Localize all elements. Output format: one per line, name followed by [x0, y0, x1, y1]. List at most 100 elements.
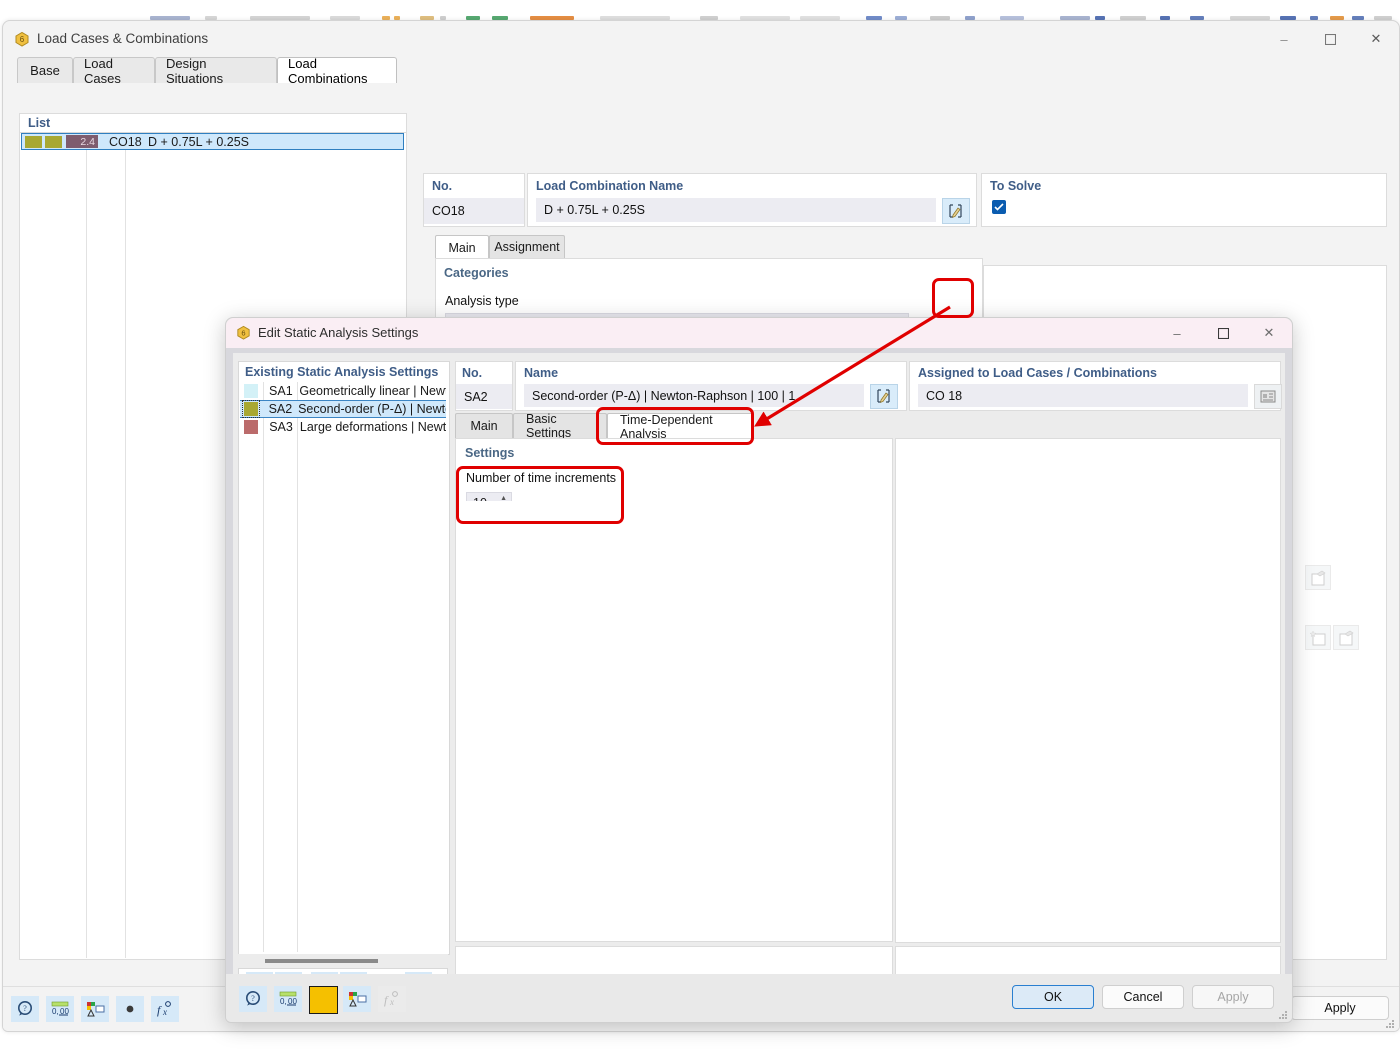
- svg-text:x: x: [162, 1007, 167, 1017]
- formula-icon-button[interactable]: f x: [151, 996, 179, 1022]
- dialog-formula-icon-button[interactable]: f x: [378, 986, 406, 1012]
- tab-load-combinations[interactable]: Load Combinations: [277, 57, 397, 84]
- list-header: List: [20, 114, 406, 133]
- list-horizontal-scrollbar[interactable]: [238, 954, 448, 968]
- dialog-no-panel: No. SA2: [455, 361, 513, 411]
- no-label: No.: [432, 179, 452, 193]
- sa2-number: SA2: [269, 402, 294, 416]
- cancel-button[interactable]: Cancel: [1102, 985, 1184, 1009]
- settings-group-label: Settings: [465, 446, 514, 460]
- tab-design-situations[interactable]: Design Situations: [155, 57, 277, 83]
- svg-text:6: 6: [241, 328, 245, 337]
- settings-detail-blank-panel: [455, 501, 893, 942]
- analysis-type-label: Analysis type: [445, 294, 519, 308]
- combination-name-input[interactable]: D + 0.75L + 0.25S: [536, 198, 936, 222]
- sa3-color-swatch: [244, 420, 258, 434]
- dialog-content-area: Existing Static Analysis Settings SA1 Ge…: [233, 353, 1285, 974]
- svg-text:6: 6: [20, 35, 25, 44]
- background-app-strip: [0, 0, 1400, 20]
- existing-settings-list: Existing Static Analysis Settings SA1 Ge…: [238, 361, 450, 955]
- dialog-no-value: SA2: [456, 384, 512, 409]
- edit-name-icon-button[interactable]: [942, 198, 970, 224]
- categories-group-label: Categories: [444, 266, 509, 280]
- tab-main[interactable]: Main: [435, 235, 489, 259]
- help-icon-button[interactable]: ?: [11, 996, 39, 1022]
- edit-static-analysis-settings-dialog: 6 Edit Static Analysis Settings – ✕ Exis…: [225, 317, 1293, 1023]
- window-title-text: Load Cases & Combinations: [37, 31, 208, 46]
- resize-grip[interactable]: [1385, 1017, 1395, 1027]
- sa3-number: SA3: [269, 420, 296, 434]
- ok-button[interactable]: OK: [1012, 985, 1094, 1009]
- svg-text:0,: 0,: [52, 1007, 59, 1016]
- dot-icon-button[interactable]: [116, 996, 144, 1022]
- sa1-name: Geometrically linear | Newton-: [299, 384, 446, 398]
- dialog-tab-basic-settings[interactable]: Basic Settings: [513, 413, 607, 438]
- time-increments-label: Number of time increments: [466, 471, 616, 485]
- name-label: Load Combination Name: [536, 179, 683, 193]
- to-solve-checkbox[interactable]: [992, 200, 1006, 214]
- dialog-resize-grip[interactable]: [1278, 1008, 1288, 1018]
- svg-text:?: ?: [23, 1004, 27, 1013]
- dialog-title-text: Edit Static Analysis Settings: [258, 325, 418, 340]
- dialog-decimals-icon-button[interactable]: 0, 00: [274, 986, 302, 1012]
- detail-tab-strip: Main Assignment: [435, 235, 985, 258]
- to-solve-label: To Solve: [990, 179, 1041, 193]
- tab-base[interactable]: Base: [17, 57, 73, 83]
- tab-load-cases[interactable]: Load Cases: [73, 57, 155, 83]
- existing-settings-header: Existing Static Analysis Settings: [245, 365, 438, 379]
- select-assigned-button[interactable]: [1254, 384, 1282, 409]
- svg-text:f: f: [384, 993, 389, 1007]
- dialog-edit-name-icon-button[interactable]: [870, 384, 898, 409]
- dialog-name-input[interactable]: Second-order (P-Δ) | Newton-Raphson | 10…: [524, 384, 864, 407]
- dialog-assigned-panel: Assigned to Load Cases / Combinations CO…: [909, 361, 1281, 411]
- sa2-name: Second-order (P-Δ) | Newton-R: [298, 402, 446, 416]
- dialog-help-icon-button[interactable]: ?: [239, 986, 267, 1012]
- window-close-button[interactable]: ✕: [1353, 21, 1399, 57]
- dialog-title-bar: 6 Edit Static Analysis Settings – ✕: [226, 318, 1292, 348]
- list-item[interactable]: SA3 Large deformations | Newton-: [240, 418, 446, 436]
- list-item[interactable]: SA2 Second-order (P-Δ) | Newton-R: [240, 400, 446, 418]
- svg-text:f: f: [157, 1003, 162, 1017]
- dialog-assigned-value: CO 18: [918, 384, 1248, 407]
- status-badge: 2.4: [66, 135, 98, 148]
- color-legend-icon-button[interactable]: [81, 996, 109, 1022]
- dialog-maximize-button[interactable]: [1200, 318, 1246, 348]
- dialog-close-button[interactable]: ✕: [1246, 318, 1292, 348]
- dialog-apply-button[interactable]: Apply: [1192, 985, 1274, 1009]
- sa2-color-swatch: [244, 402, 258, 416]
- app-cube-icon: 6: [13, 30, 31, 48]
- sa1-number: SA1: [269, 384, 295, 398]
- combination-no-value: CO18: [424, 198, 524, 224]
- to-solve-panel: To Solve: [981, 173, 1387, 227]
- dialog-body: Existing Static Analysis Settings SA1 Ge…: [226, 348, 1292, 1022]
- combination-no-panel: No. CO18: [423, 173, 525, 227]
- dialog-tab-main[interactable]: Main: [455, 413, 513, 438]
- svg-text:?: ?: [251, 994, 255, 1003]
- row-name: D + 0.75L + 0.25S: [148, 135, 249, 149]
- apply-button[interactable]: Apply: [1291, 996, 1389, 1020]
- dialog-assigned-label: Assigned to Load Cases / Combinations: [918, 366, 1157, 380]
- dialog-name-label: Name: [524, 366, 558, 380]
- background-edit-button-2[interactable]: [1333, 625, 1359, 650]
- dialog-name-panel: Name Second-order (P-Δ) | Newton-Raphson…: [515, 361, 907, 411]
- dialog-minimize-button[interactable]: –: [1154, 318, 1200, 348]
- background-edit-button-1[interactable]: [1305, 565, 1331, 590]
- sa1-color-swatch: [244, 384, 258, 398]
- decimals-icon-button[interactable]: 0, 00: [46, 996, 74, 1022]
- combination-name-panel: Load Combination Name D + 0.75L + 0.25S: [527, 173, 977, 227]
- window-maximize-button[interactable]: [1307, 21, 1353, 57]
- row-color-swatch-1: [25, 136, 42, 148]
- dialog-color-legend-icon-button[interactable]: [343, 986, 371, 1012]
- list-header-label: List: [28, 116, 50, 130]
- background-new-button-2[interactable]: [1305, 625, 1331, 650]
- settings-side-blank-panel: [895, 438, 1281, 943]
- tab-assignment[interactable]: Assignment: [489, 235, 565, 258]
- dialog-tab-time-dependent-analysis[interactable]: Time-Dependent Analysis: [607, 413, 753, 439]
- app-cube-icon: 6: [235, 324, 252, 341]
- list-item[interactable]: SA1 Geometrically linear | Newton-: [240, 382, 446, 400]
- table-row[interactable]: 2.4 CO18 D + 0.75L + 0.25S: [21, 133, 404, 150]
- svg-text:x: x: [389, 997, 394, 1007]
- window-minimize-button[interactable]: –: [1261, 21, 1307, 57]
- dialog-color-swatch-button[interactable]: [309, 986, 338, 1014]
- dialog-no-label: No.: [462, 366, 482, 380]
